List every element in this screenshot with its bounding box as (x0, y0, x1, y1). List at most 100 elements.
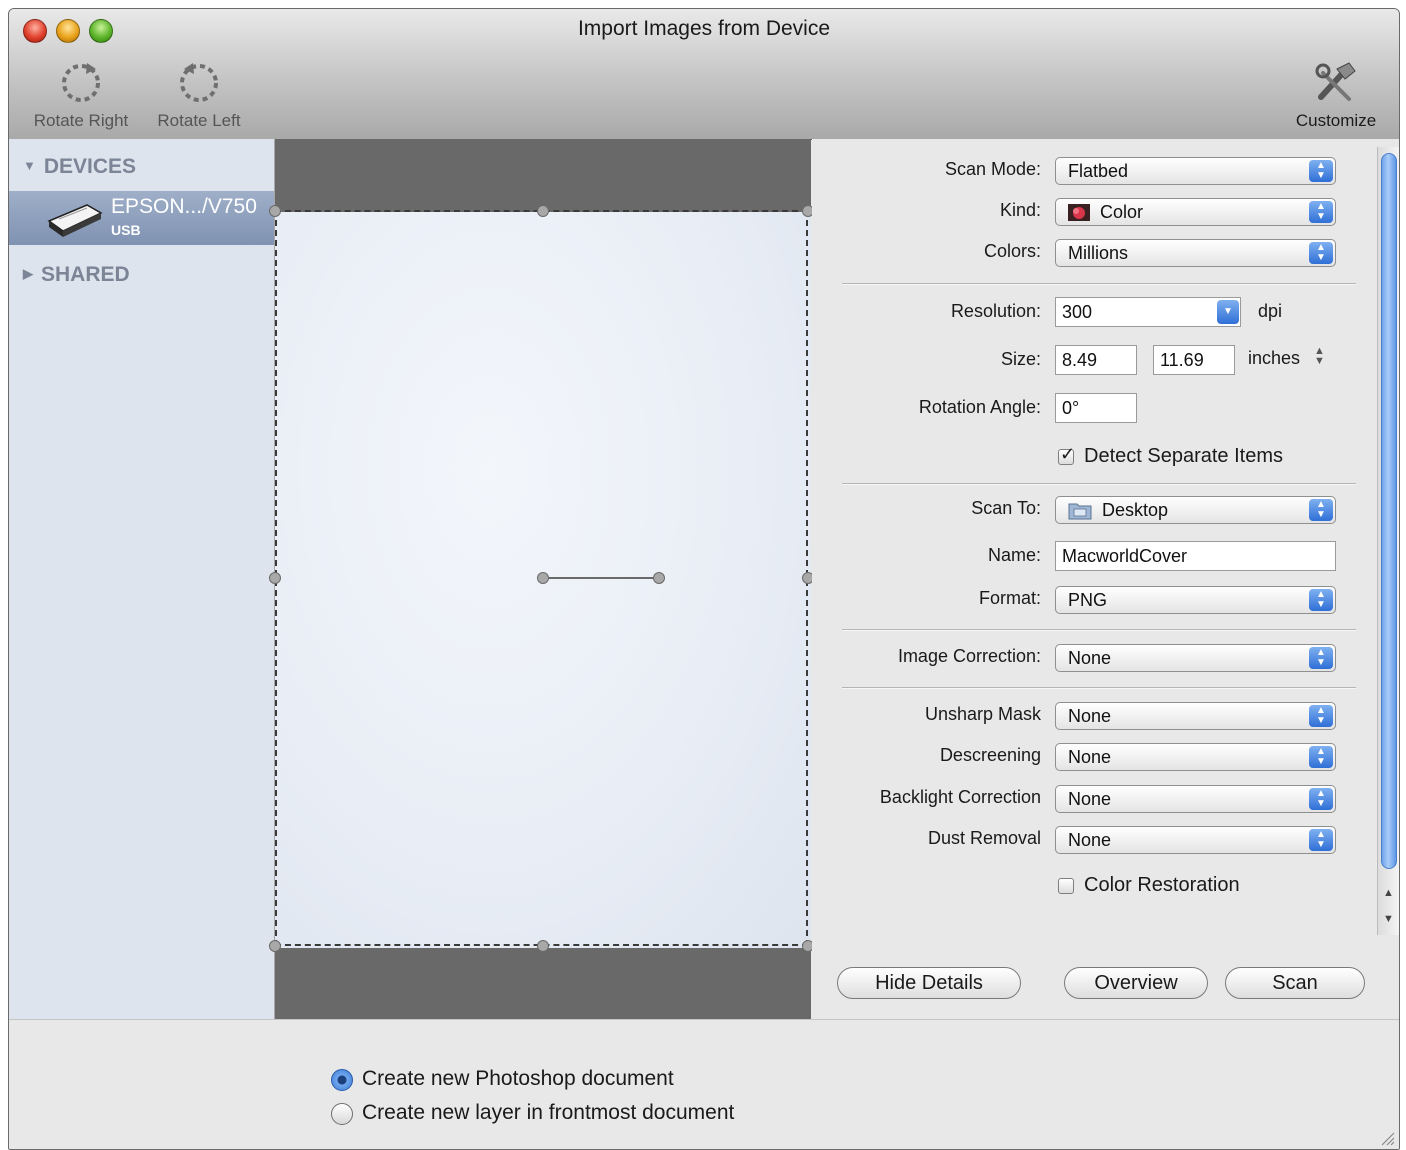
scan-to-popup[interactable]: Desktop ▲ ▼ (1055, 496, 1336, 524)
resize-handle-bottom-left[interactable] (269, 940, 281, 952)
customize-button[interactable]: Customize (1281, 59, 1391, 131)
image-correction-popup[interactable]: None ▲ ▼ (1055, 644, 1336, 672)
resolution-label: Resolution: (950, 301, 1041, 321)
new-document-radio[interactable] (331, 1069, 353, 1091)
size-width-field[interactable]: 8.49 (1055, 345, 1137, 375)
dust-removal-label: Dust Removal (927, 828, 1041, 848)
desktop-folder-icon (1068, 503, 1092, 520)
kind-label: Kind: (999, 200, 1041, 220)
popup-arrows-icon: ▲ ▼ (1309, 647, 1333, 669)
devices-section-header[interactable]: ▼ DEVICES (23, 155, 136, 179)
shared-section-header[interactable]: ▶ SHARED (23, 263, 130, 287)
color-restoration-checkbox[interactable] (1058, 878, 1074, 894)
name-field[interactable]: MacworldCover (1055, 541, 1336, 571)
rotation-angle-label: Rotation Angle: (918, 397, 1041, 417)
device-sidebar: ▼ DEVICES EPSON.../V750 USB ▶ SHARED (9, 139, 275, 1019)
colors-popup[interactable]: Millions ▲ ▼ (1055, 239, 1336, 267)
kind-value: Color (1100, 202, 1144, 222)
unsharp-mask-label: Unsharp Mask (924, 704, 1041, 724)
overview-button[interactable]: Overview (1064, 967, 1208, 999)
format-value: PNG (1068, 590, 1108, 610)
rotate-left-button[interactable]: Rotate Left (147, 59, 251, 131)
descreening-popup[interactable]: None ▲ ▼ (1055, 743, 1336, 771)
descreening-label: Descreening (939, 745, 1041, 765)
resize-handle-left[interactable] (269, 572, 281, 584)
customize-label: Customize (1295, 111, 1377, 130)
popup-arrows-icon: ▲ ▼ (1309, 499, 1333, 521)
popup-arrows-icon: ▲ ▼ (1309, 201, 1333, 223)
scan-settings-panel: Scan Mode: Flatbed ▲ ▼ Kind: Color ▲ ▼ Col… (812, 139, 1399, 1019)
colors-value: Millions (1068, 243, 1129, 263)
resize-handle-top[interactable] (537, 205, 549, 217)
unsharp-mask-popup[interactable]: None ▲ ▼ (1055, 702, 1336, 730)
unsharp-mask-value: None (1068, 706, 1112, 726)
colors-label: Colors: (983, 241, 1041, 261)
new-document-label: Create new Photoshop document (362, 1067, 674, 1090)
scan-to-label: Scan To: (971, 498, 1041, 518)
disclosure-closed-icon[interactable]: ▶ (23, 266, 33, 281)
detect-separate-items-checkbox[interactable]: ✓ (1058, 444, 1075, 465)
size-height-field[interactable]: 11.69 (1153, 345, 1235, 375)
sidebar-item-scanner[interactable]: EPSON.../V750 USB (9, 191, 274, 245)
new-layer-radio[interactable] (331, 1103, 353, 1125)
size-label: Size: (1000, 349, 1041, 369)
rotation-angle-field[interactable]: 0° (1055, 393, 1137, 423)
destination-options: Create new Photoshop document Create new… (9, 1019, 1399, 1149)
scan-mode-popup[interactable]: Flatbed ▲ ▼ (1055, 157, 1336, 185)
disclosure-open-icon[interactable]: ▼ (23, 158, 36, 173)
scrollbar-thumb[interactable] (1381, 153, 1397, 869)
section-divider (842, 629, 1356, 630)
popup-arrows-icon: ▲ ▼ (1309, 705, 1333, 727)
kind-popup[interactable]: Color ▲ ▼ (1055, 198, 1336, 226)
new-layer-label: Create new layer in frontmost document (362, 1101, 735, 1124)
rotate-right-label: Rotate Right (33, 111, 129, 130)
detect-separate-items-label: Detect Separate Items (1084, 445, 1283, 467)
scan-to-value: Desktop (1102, 500, 1169, 520)
backlight-correction-label: Backlight Correction (879, 787, 1041, 807)
backlight-correction-value: None (1068, 789, 1112, 809)
rotate-right-icon (62, 63, 100, 102)
settings-scrollbar[interactable]: ▲ ▼ (1377, 147, 1399, 935)
name-label: Name: (987, 545, 1041, 565)
rotation-handle[interactable] (653, 572, 665, 584)
scan-mode-label: Scan Mode: (944, 159, 1041, 179)
resolution-dropdown-icon[interactable]: ▼ (1217, 300, 1239, 324)
shared-header-label: SHARED (41, 263, 130, 286)
section-divider (842, 483, 1356, 484)
popup-arrows-icon: ▲ ▼ (1309, 746, 1333, 768)
size-unit-stepper-icon[interactable]: ▲ ▼ (1314, 346, 1325, 367)
popup-arrows-icon: ▲ ▼ (1309, 160, 1333, 182)
rotation-pivot-handle[interactable] (537, 572, 549, 584)
rotate-left-icon (180, 63, 218, 102)
resize-handle-bottom[interactable] (537, 940, 549, 952)
format-label: Format: (978, 588, 1041, 608)
rotate-right-button[interactable]: Rotate Right (21, 59, 141, 131)
devices-header-label: DEVICES (43, 155, 137, 178)
resize-grip-icon[interactable] (1379, 1130, 1395, 1146)
color-photo-icon (1068, 204, 1090, 221)
titlebar-toolbar: Import Images from Device Rotate Right R… (9, 9, 1399, 140)
dust-removal-value: None (1068, 830, 1112, 850)
scan-preview (269, 139, 814, 1019)
image-correction-value: None (1068, 648, 1112, 668)
image-correction-label: Image Correction: (897, 646, 1041, 666)
hide-details-button[interactable]: Hide Details (837, 967, 1021, 999)
popup-arrows-icon: ▲ ▼ (1309, 589, 1333, 611)
device-connection: USB (111, 222, 141, 238)
scan-button[interactable]: Scan (1225, 967, 1365, 999)
resolution-field[interactable]: 300 (1055, 297, 1241, 327)
window-title: Import Images from Device (577, 17, 831, 40)
dust-removal-popup[interactable]: None ▲ ▼ (1055, 826, 1336, 854)
popup-arrows-icon: ▲ ▼ (1309, 242, 1333, 264)
backlight-correction-popup[interactable]: None ▲ ▼ (1055, 785, 1336, 813)
popup-arrows-icon: ▲ ▼ (1309, 829, 1333, 851)
descreening-value: None (1068, 747, 1112, 767)
section-divider (842, 687, 1356, 688)
size-unit: inches (1248, 348, 1301, 368)
device-name: EPSON.../V750 (111, 195, 257, 218)
format-popup[interactable]: PNG ▲ ▼ (1055, 586, 1336, 614)
scroll-up-arrow-icon[interactable]: ▲ (1383, 887, 1394, 899)
rotation-handle-line (543, 577, 659, 579)
scroll-down-arrow-icon[interactable]: ▼ (1383, 913, 1394, 925)
resize-handle-top-left[interactable] (269, 205, 281, 217)
